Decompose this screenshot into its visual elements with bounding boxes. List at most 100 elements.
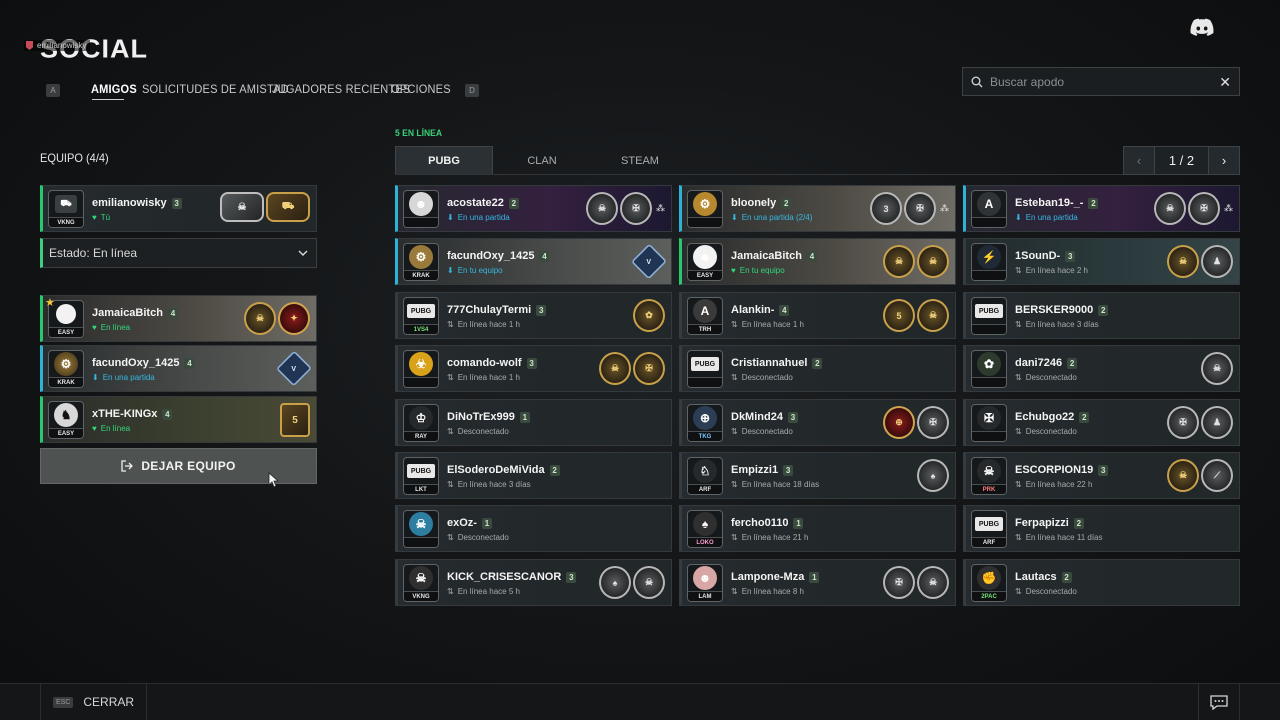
friend-card[interactable]: A TRH Alankin- 4 ⇅ En línea hace 1 h 5 ☠ <box>679 292 956 339</box>
team-member-card[interactable]: ⚙ KRAK facundOxy_1425 4 ⬇ En una partida V <box>40 345 317 392</box>
player-name-text: Esteban19-_- <box>1015 197 1084 209</box>
team-member-card[interactable]: ♞ EASY xTHE-KINGx 4 ♥ En línea 5 <box>40 396 317 443</box>
status-select-value: Estado: En línea <box>49 246 138 260</box>
next-page-button[interactable]: › <box>1208 146 1240 175</box>
tab-friend-requests[interactable]: SOLICITUDES DE AMISTAD <box>142 82 289 96</box>
friend-card[interactable]: ♠ LOKO fercho0110 1 ⇅ En línea hace 21 h <box>679 505 956 552</box>
close-button[interactable]: ESC CERRAR <box>40 684 147 720</box>
avatar: PUBG <box>971 297 1007 335</box>
player-avatar-icon: ⊕ <box>693 406 717 430</box>
player-name: Echubgo22 2 <box>1015 411 1090 423</box>
tab-pubg-friends[interactable]: PUBG <box>395 146 493 175</box>
player-status: ⇅ Desconectado <box>731 427 793 436</box>
rank-diamond-icon: V <box>276 350 312 387</box>
mouse-cursor-icon <box>268 472 278 488</box>
player-name: JamaicaBitch 4 <box>92 307 178 319</box>
friend-card[interactable]: ✠ Echubgo22 2 ⇅ Desconectado ✠ ♟ <box>963 399 1240 446</box>
friend-card[interactable]: ⊕ TKG DkMind24 3 ⇅ Desconectado ⊕ ✠ <box>679 399 956 446</box>
tab-clan-friends[interactable]: CLAN <box>495 146 589 175</box>
friend-card[interactable]: PUBG 1VS4 777ChulayTermi 3 ⇅ En línea hace 1 … <box>395 292 672 339</box>
player-status-text: Tú <box>100 213 111 222</box>
medal-icon: ⊕ <box>883 406 915 439</box>
friend-card[interactable]: ☻ EASY JamaicaBitch 4 ♥ En tu equipo ☠ ☠ <box>679 238 956 285</box>
player-name-text: Echubgo22 <box>1015 411 1075 423</box>
friend-card[interactable]: PUBG ARF Ferpapizzi 2 ⇅ En línea hace 11 días <box>963 505 1240 552</box>
friend-card[interactable]: ⚙ bloonely 2 ⬇ En una partida (2/4) 3 ✠ ⁂ <box>679 185 956 232</box>
friend-card[interactable]: ♔ RAY DiNoTrEx999 1 ⇅ Desconectado <box>395 399 672 446</box>
chevron-left-icon: ‹ <box>1136 153 1142 168</box>
clan-tag <box>688 377 722 387</box>
user-marker-icon <box>26 41 33 50</box>
player-avatar-icon: ☠ <box>977 459 1001 483</box>
medal-icon: ♟ <box>1201 245 1233 278</box>
level-badge: 1 <box>809 571 820 583</box>
pagination: ‹ 1 / 2 › <box>1123 146 1240 175</box>
player-name-text: Ferpapizzi <box>1015 517 1069 529</box>
team-member-card[interactable]: ★ EASY JamaicaBitch 4 ♥ En línea ☠ ✦ <box>40 295 317 342</box>
friend-card[interactable]: PUBG LKT ElSoderoDeMiVida 2 ⇅ En línea hace 3… <box>395 452 672 499</box>
last-seen-icon: ⇅ <box>1015 373 1022 382</box>
friend-card[interactable]: ☠ exOz- 1 ⇅ Desconectado <box>395 505 672 552</box>
friend-card[interactable]: ⚡ 1SounD- 3 ⇅ En línea hace 2 h ☠ ♟ <box>963 238 1240 285</box>
player-status-text: En una partida (2/4) <box>741 213 813 222</box>
clan-tag: ARF <box>972 537 1006 547</box>
player-name: DiNoTrEx999 1 <box>447 411 530 423</box>
player-name-text: ElSoderoDeMiVida <box>447 464 545 476</box>
level-badge: 2 <box>549 464 560 476</box>
medal-icon: ☠ <box>1201 352 1233 385</box>
team-self-card[interactable]: ⛟ VKNG emilianowisky 3 ♥ Tú ☠ ⛟ <box>40 185 317 232</box>
friend-card[interactable]: ☣ comando-wolf 3 ⇅ En línea hace 1 h ☠ ✠ <box>395 345 672 392</box>
player-avatar-icon: A <box>977 192 1001 216</box>
player-status: ⇅ En línea hace 22 h <box>1015 480 1092 489</box>
player-avatar-icon: PUBG <box>975 304 1003 318</box>
friend-card[interactable]: ⚙ KRAK facundOxy_1425 4 ⬇ En tu equipo V <box>395 238 672 285</box>
clan-tag: 2PAC <box>972 591 1006 601</box>
avatar: ☻ EASY <box>687 243 723 281</box>
player-name-text: dani7246 <box>1015 357 1063 369</box>
medal-icon: ✠ <box>620 192 652 225</box>
level-badge: 3 <box>536 304 547 316</box>
player-avatar-icon: ♠ <box>693 512 717 536</box>
player-badges: ☠ ⛟ <box>220 192 310 222</box>
friend-card[interactable]: A Esteban19-_- 2 ⬇ En una partida ☠ ✠ ⁂ <box>963 185 1240 232</box>
status-select[interactable]: Estado: En línea <box>40 238 317 268</box>
medal-icon: ♠ <box>917 459 949 492</box>
discord-icon[interactable] <box>1190 18 1214 36</box>
avatar: ☠ VKNG <box>403 564 439 602</box>
last-seen-icon: ⇅ <box>447 320 454 329</box>
clan-tag: KRAK <box>49 377 83 387</box>
tab-options[interactable]: OPCIONES <box>391 82 451 96</box>
friend-card[interactable]: ☻ acostate22 2 ⬇ En una partida ☠ ✠ ⁂ <box>395 185 672 232</box>
rank-diamond-icon: V <box>631 243 667 280</box>
chat-button[interactable] <box>1198 684 1240 720</box>
friend-card[interactable]: PUBG Cristiannahuel 2 ⇅ Desconectado <box>679 345 956 392</box>
player-status: ⇅ En línea hace 5 h <box>447 587 520 596</box>
last-seen-icon: ⇅ <box>731 373 738 382</box>
friend-card[interactable]: PUBG BERSKER9000 2 ⇅ En línea hace 3 días <box>963 292 1240 339</box>
clan-tag <box>972 270 1006 280</box>
player-avatar-icon: PUBG <box>975 517 1003 531</box>
friend-card[interactable]: ☠ VKNG KICK_CRISESCANOR 3 ⇅ En línea hace 5 h… <box>395 559 672 606</box>
player-name-text: 1SounD- <box>1015 250 1061 262</box>
player-avatar-icon: ☠ <box>409 512 433 536</box>
avatar: ☣ <box>403 350 439 388</box>
medal-icon: ✠ <box>904 192 936 225</box>
tab-recent-players[interactable]: JUGADORES RECIENTES <box>272 82 410 96</box>
friend-card[interactable]: ☻ LAM Lampone-Mza 1 ⇅ En línea hace 8 h ✠ ☠ <box>679 559 956 606</box>
player-status: ⬇ En una partida (2/4) <box>731 213 812 222</box>
friend-card[interactable]: ✿ dani7246 2 ⇅ Desconectado ☠ <box>963 345 1240 392</box>
tab-friends[interactable]: AMIGOS <box>91 82 137 96</box>
friend-card[interactable]: ✊ 2PAC Lautacs 2 ⇅ Desconectado <box>963 559 1240 606</box>
level-badge: 4 <box>806 250 817 262</box>
friend-card[interactable]: ♘ ARF Empizzi1 3 ⇅ En línea hace 18 días ♠ <box>679 452 956 499</box>
player-name: 777ChulayTermi 3 <box>447 304 547 316</box>
tab-steam-friends[interactable]: STEAM <box>590 146 690 175</box>
prev-page-button[interactable]: ‹ <box>1123 146 1155 175</box>
friend-card[interactable]: ☠ PRK ESCORPION19 3 ⇅ En línea hace 22 h ☠ ⟋ <box>963 452 1240 499</box>
player-name: BERSKER9000 2 <box>1015 304 1109 316</box>
player-status-text: En línea hace 1 h <box>741 320 804 329</box>
search-input[interactable] <box>990 74 1220 89</box>
avatar: ✠ <box>971 404 1007 442</box>
clear-search-icon[interactable]: ✕ <box>1219 75 1231 89</box>
avatar: A <box>971 190 1007 228</box>
